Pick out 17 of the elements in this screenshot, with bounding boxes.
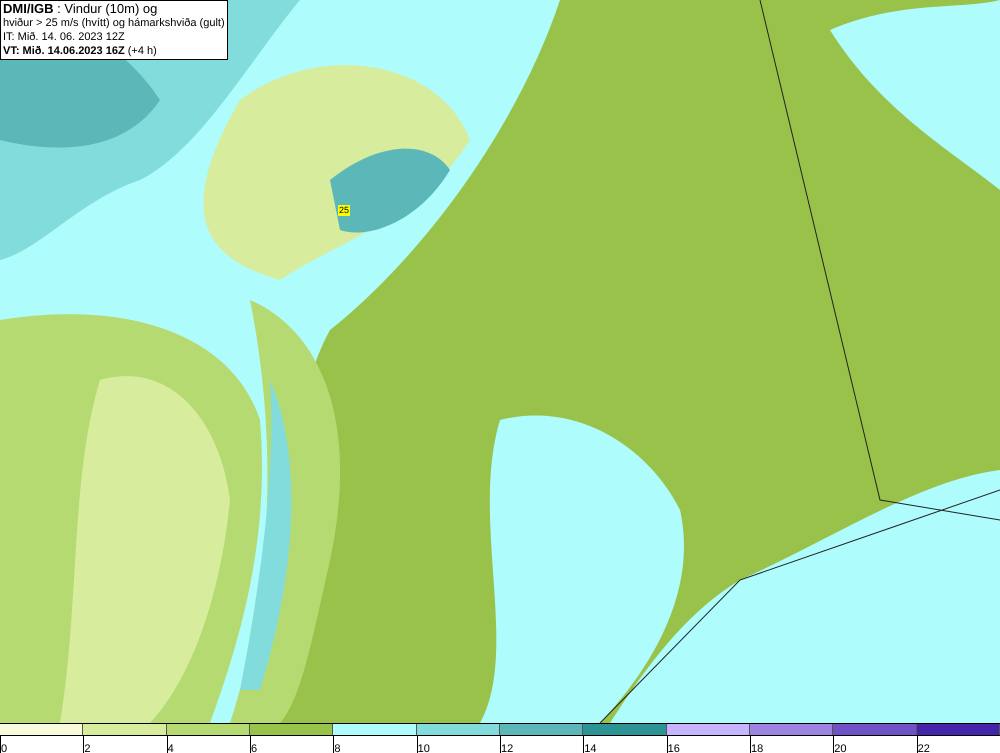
info-line: VT: Mið. 14.06.2023 16Z (+4 h) [3,44,158,58]
legend-tick-label: 22 [918,743,930,753]
info-line: DMI/IGB : Vindur (10m) og [3,2,158,16]
max-gust-label: 25 [338,205,350,216]
legend-tick-label: 12 [500,743,514,753]
legend-tick-label: 10 [418,743,430,753]
info-line: hviður > 25 m/s (hvítt) og hámarkshviða (gult) [3,16,225,30]
legend-tick-label: 18 [750,743,764,753]
legend-tick-label: 2 [84,743,90,753]
legend-tick-label: 14 [584,743,597,753]
legend-tick-label: 20 [834,743,847,753]
legend-tick-label: 4 [168,743,174,753]
info-line: IT: Mið. 14. 06. 2023 12Z [3,30,126,44]
legend-tick-label: 0 [1,743,8,753]
legend-tick-label: 6 [250,743,258,753]
legend-tick-label: 16 [668,743,680,753]
legend-tick-label: 8 [334,743,340,753]
